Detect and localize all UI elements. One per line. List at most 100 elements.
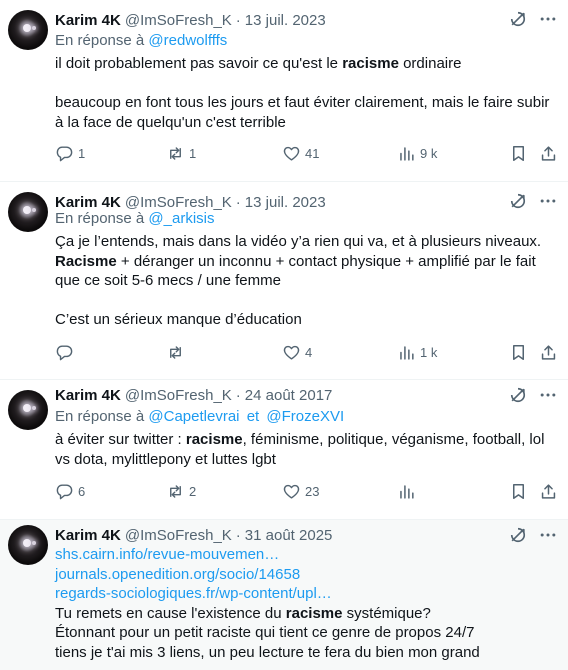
tweet-header: Karim 4K @ImSoFresh_K · 24 août 2017 [55,385,332,405]
like-button[interactable]: 4 [282,342,312,362]
heart-icon [283,146,300,161]
views-icon [400,345,414,360]
reply-count: 6 [78,483,86,499]
reply-context: En réponse à @_arkisis [55,209,214,229]
bookmark-button[interactable] [509,342,528,362]
repost-count: 2 [189,483,197,499]
tweet-text: à éviter sur twitter : racisme, féminism… [55,431,545,468]
reply-prefix: En réponse à [55,210,145,227]
reply-count: 1 [78,145,86,161]
tweet[interactable]: Karim 4K @ImSoFresh_K · 13 juil. 2023 En… [0,182,568,380]
grok-icon[interactable] [508,9,528,29]
grok-icon[interactable] [508,191,528,211]
avatar[interactable] [8,192,48,232]
reply-button[interactable]: 6 [55,481,85,501]
author-name[interactable]: Karim 4K [55,387,121,404]
tweet-header: Karim 4K @ImSoFresh_K · 31 août 2025 [55,525,332,545]
reply-button[interactable]: 1 [55,143,85,163]
views-icon [400,146,414,161]
external-link[interactable]: journals.openedition.org/socio/14658 [55,565,560,585]
views-count: 9 k [420,145,438,161]
tweet[interactable]: Karim 4K @ImSoFresh_K · 24 août 2017 En … [0,380,568,520]
share-button[interactable] [539,481,558,501]
more-icon[interactable] [538,191,558,211]
author-name[interactable]: Karim 4K [55,527,121,544]
views-count: 1 k [420,344,438,360]
share-button[interactable] [539,143,558,163]
separator-dot: · [235,193,241,211]
author-handle[interactable]: @ImSoFresh_K [125,527,232,544]
author-name[interactable]: Karim 4K [55,194,121,211]
reply-icon [56,483,73,499]
bookmark-button[interactable] [509,143,528,163]
heart-icon [283,484,300,499]
header-icons [508,191,558,211]
action-bar: 4 1 k [55,342,560,362]
repost-button[interactable]: 1 [166,143,196,163]
share-icon [541,344,556,360]
bookmark-icon [512,344,525,360]
header-icons [508,9,558,29]
avatar[interactable] [8,525,48,565]
views-icon [400,484,414,499]
grok-icon[interactable] [508,385,528,405]
highlighted-keyword: racisme [285,604,343,622]
avatar[interactable] [8,10,48,50]
separator-dot: · [235,526,241,544]
reply-button[interactable] [55,342,78,362]
tweet[interactable]: Karim 4K @ImSoFresh_K · 13 juil. 2023 En… [0,0,568,182]
repost-button[interactable] [166,342,189,362]
tweet-header: Karim 4K @ImSoFresh_K · 13 juil. 2023 [55,10,326,30]
like-button[interactable]: 23 [282,481,319,501]
author-handle[interactable]: @ImSoFresh_K [125,194,232,211]
separator-dot: · [235,386,241,404]
views-button[interactable]: 9 k [397,143,437,163]
views-button[interactable]: 1 k [397,342,437,362]
like-button[interactable]: 41 [282,143,319,163]
author-handle[interactable]: @ImSoFresh_K [125,387,232,404]
heart-icon [283,345,300,360]
tweet-text: shs.cairn.info/revue-mouvemen… journals.… [55,545,560,663]
views-button[interactable] [397,481,420,501]
reply-joiner: et [246,408,260,425]
separator-dot: · [235,11,241,29]
like-count: 4 [305,344,313,360]
more-icon[interactable] [538,9,558,29]
like-count: 23 [305,483,320,499]
repost-icon [170,484,181,498]
bookmark-button[interactable] [509,481,528,501]
header-icons [508,525,558,545]
bookmark-icon [512,483,525,499]
author-name[interactable]: Karim 4K [55,12,121,29]
reply-context: En réponse à @redwolfffs [55,31,227,51]
tweet-date[interactable]: 13 juil. 2023 [245,194,326,211]
share-button[interactable] [539,342,558,362]
more-icon[interactable] [538,385,558,405]
tweet-text: il doit probablement pas savoir ce qu'es… [55,55,550,131]
author-handle[interactable]: @ImSoFresh_K [125,12,232,29]
reply-mention[interactable]: @FrozeXVI [266,408,344,425]
external-link[interactable]: shs.cairn.info/revue-mouvemen… [55,545,560,565]
bookmark-icon [512,145,525,161]
avatar[interactable] [8,390,48,430]
reply-icon [56,344,73,360]
external-link[interactable]: regards-sociologiques.fr/wp-content/upl… [55,584,560,604]
like-count: 41 [305,145,320,161]
reply-mention[interactable]: @redwolfffs [148,32,227,49]
tweet[interactable]: Karim 4K @ImSoFresh_K · 31 août 2025 shs… [0,520,568,670]
more-icon[interactable] [538,525,558,545]
reply-prefix: En réponse à [55,32,145,49]
highlighted-keyword: racisme [342,55,399,72]
tweet-date[interactable]: 13 juil. 2023 [245,12,326,29]
header-icons [508,385,558,405]
grok-icon[interactable] [508,525,528,545]
tweet-date[interactable]: 31 août 2025 [245,527,333,544]
repost-icon [170,146,181,160]
reply-mention[interactable]: @Capetlevrai [148,408,239,425]
tweet-date[interactable]: 24 août 2017 [245,387,333,404]
repost-button[interactable]: 2 [166,481,196,501]
reply-icon [56,145,73,161]
reply-context: En réponse à @Capetlevrai et @FrozeXVI [55,407,344,427]
reply-mention[interactable]: @_arkisis [148,210,214,227]
share-icon [541,145,556,161]
